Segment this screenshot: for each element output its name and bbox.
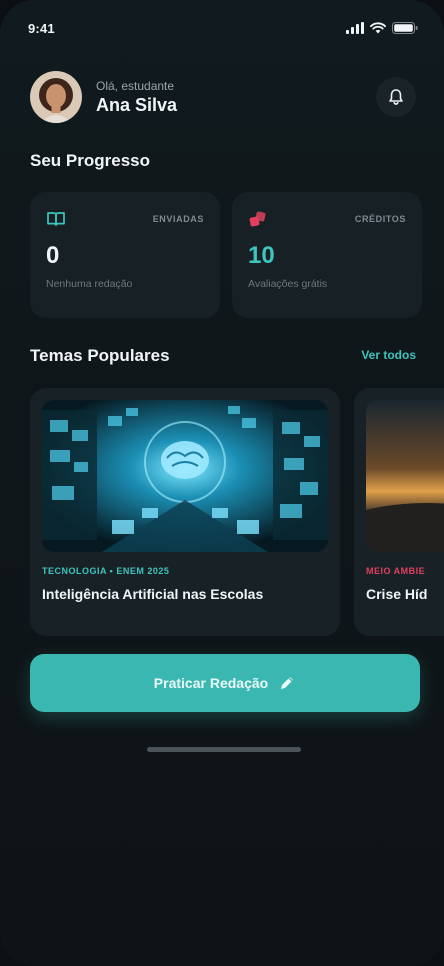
card-value: 0: [46, 242, 60, 269]
card-value: 10: [248, 242, 275, 269]
battery-icon: [392, 22, 418, 34]
topics-carousel[interactable]: TECNOLOGIA • ENEM 2025 Inteligência Arti…: [30, 388, 444, 636]
cta-label: Praticar Redação: [153, 675, 269, 691]
card-subtitle: Nenhuma redação: [46, 278, 133, 290]
credits-icon: [249, 211, 266, 227]
notifications-button[interactable]: [376, 77, 416, 117]
signal-icon: [346, 22, 364, 34]
avatar[interactable]: [30, 71, 82, 123]
wifi-icon: [370, 22, 386, 34]
header: Olá, estudante Ana Silva: [30, 70, 416, 124]
sent-essays-card[interactable]: ENVIADAS 0 Nenhuma redação: [30, 192, 220, 318]
credits-card[interactable]: CRÉDITOS 10 Avaliações grátis: [232, 192, 422, 318]
home-indicator[interactable]: [147, 747, 301, 752]
status-icons: [346, 22, 418, 34]
topic-card[interactable]: MEIO AMBIE Crise Híd: [354, 388, 444, 636]
greeting-text: Olá, estudante: [96, 78, 175, 93]
topic-title: Crise Híd: [366, 586, 428, 602]
status-time: 9:41: [28, 20, 55, 36]
progress-title: Seu Progresso: [30, 151, 150, 170]
topic-card[interactable]: TECNOLOGIA • ENEM 2025 Inteligência Arti…: [30, 388, 340, 636]
status-bar: 9:41: [28, 18, 418, 38]
topics-title: Temas Populares: [30, 346, 170, 365]
ai-brain-image: [42, 400, 328, 552]
card-label: CRÉDITOS: [354, 214, 406, 224]
topic-tag: MEIO AMBIE: [366, 566, 426, 576]
pencil-icon: [281, 677, 294, 689]
topic-title: Inteligência Artificial nas Escolas: [42, 586, 264, 602]
see-all-link[interactable]: Ver todos: [361, 348, 416, 362]
book-icon: [47, 212, 65, 226]
card-label: ENVIADAS: [152, 214, 204, 224]
sunset-image: [366, 400, 444, 552]
progress-cards: ENVIADAS 0 Nenhuma redação CRÉDITOS 10 A…: [30, 192, 422, 318]
phone-screen: 9:41 Olá, estudante Ana Silva Seu Progre…: [0, 0, 444, 966]
card-subtitle: Avaliações grátis: [248, 278, 328, 290]
user-name: Ana Silva: [96, 94, 178, 115]
bell-icon: [389, 89, 403, 105]
topic-tag: TECNOLOGIA • ENEM 2025: [42, 566, 170, 576]
practice-essay-button[interactable]: Praticar Redação: [30, 654, 420, 712]
